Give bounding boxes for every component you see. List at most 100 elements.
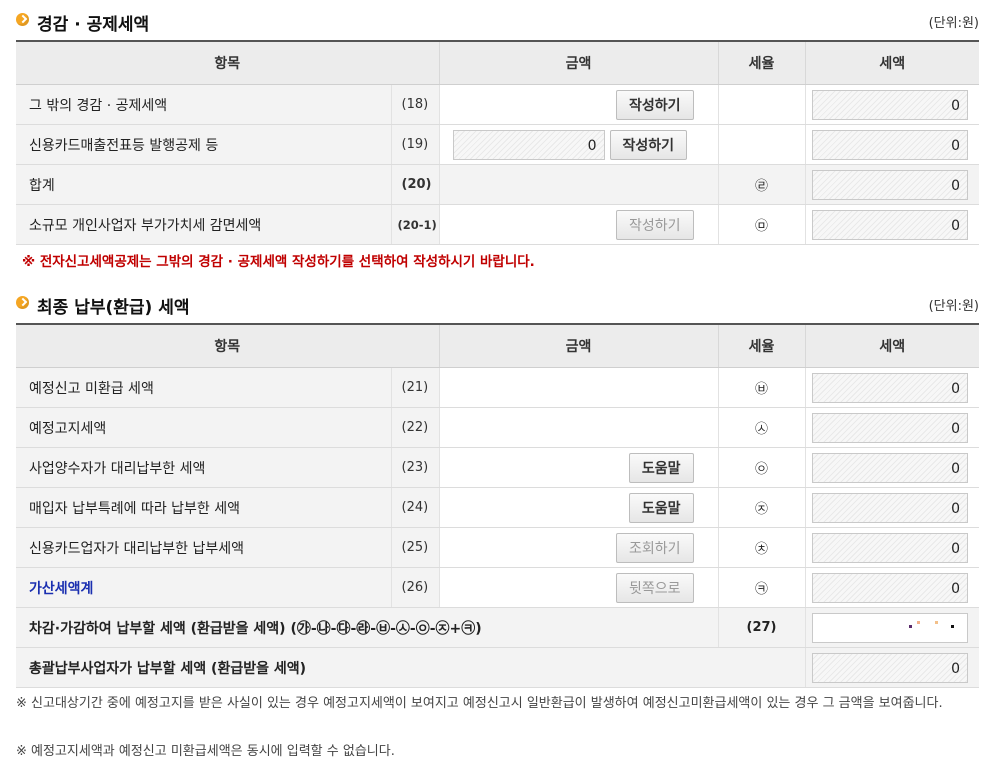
section-title: 최종 납부(환급) 세액 [37,298,190,318]
row-label: 예정고지세액 [16,407,392,448]
row-number: (27) [718,607,806,648]
tax-field: 0 [811,572,969,603]
rate-cell: ㉣ [718,164,806,205]
obscured-digit-mark [908,624,912,628]
header-tax: 세액 [805,323,980,368]
tax-field: 0 [811,89,969,120]
amount-field: 0 [452,129,605,160]
row-label: 차감·가감하여 납부할 세액 (환급받을 세액) (㉮-㉯-㉰-㉱-㉥-㉦-㉧-… [16,607,719,648]
tax-cell: 0 [805,204,980,245]
go-back-button-disabled[interactable]: 뒷쪽으로 [615,572,694,603]
tax-cell: 0 [805,164,980,205]
row-label: 신용카드매출전표등 발행공제 등 [16,124,392,165]
row-number: (23) [391,447,440,488]
tax-cell: 0 [805,124,980,165]
row-label: 매입자 납부특례에 따라 납부한 세액 [16,487,392,528]
obscured-digit-mark [934,620,938,624]
rate-cell: ㉥ [718,367,806,408]
amount-cell [439,164,719,205]
section-title: 경감 · 공제세액 [37,15,150,35]
rate-cell [718,84,806,125]
bullet-arrow-icon [16,13,29,26]
rate-cell: ㉧ [718,447,806,488]
bullet-arrow-icon [16,296,29,309]
tax-cell [805,607,980,648]
amount-cell: 0 작성하기 [439,124,719,165]
amount-cell [439,407,719,448]
table-row: 예정고지세액 (22) ㉦ 0 [16,407,980,448]
write-button[interactable]: 작성하기 [609,129,688,160]
section-header: 경감 · 공제세액 (단위:원) [16,10,979,40]
tax-field: 0 [811,372,969,403]
tax-field: 0 [811,652,969,683]
obscured-digit-mark [950,624,954,628]
table-row-payable: 차감·가감하여 납부할 세액 (환급받을 세액) (㉮-㉯-㉰-㉱-㉥-㉦-㉧-… [16,607,980,648]
amount-cell: 작성하기 [439,84,719,125]
notice-text: ※ 전자신고세액공제는 그밖의 경감 · 공제세액 작성하기를 선택하여 작성하… [22,254,535,270]
table-row: 신용카드매출전표등 발행공제 등 (19) 0 작성하기 0 [16,124,980,165]
header-rate: 세율 [718,40,806,85]
row-label: 합계 [16,164,392,205]
row-number: (18) [391,84,440,125]
row-number: (20-1) [391,204,440,245]
tax-cell: 0 [805,84,980,125]
unit-label: (단위:원) [928,16,979,31]
table-row: 그 밖의 경감 · 공제세액 (18) 작성하기 0 [16,84,980,125]
tax-cell: 0 [805,407,980,448]
row-number: (26) [391,567,440,608]
tax-cell: 0 [805,487,980,528]
amount-cell: 도움말 [439,447,719,488]
amount-cell [439,367,719,408]
write-button[interactable]: 작성하기 [615,89,694,120]
amount-cell: 뒷쪽으로 [439,567,719,608]
tax-cell: 0 [805,447,980,488]
help-button[interactable]: 도움말 [628,452,694,483]
tax-field: 0 [811,169,969,200]
section-final-tax: 최종 납부(환급) 세액 (단위:원) 항목 금액 세율 세액 예정신고 미환급… [16,293,980,688]
obscured-digit-mark [916,620,920,624]
final-tax-table: 항목 금액 세율 세액 예정신고 미환급 세액 (21) ㉥ 0 예정고지세액 … [16,323,980,688]
row-number: (24) [391,487,440,528]
amount-cell: 작성하기 [439,204,719,245]
row-label: 소규모 개인사업자 부가가치세 감면세액 [16,204,392,245]
lookup-button-disabled[interactable]: 조회하기 [615,532,694,563]
unit-label: (단위:원) [928,299,979,314]
help-button[interactable]: 도움말 [628,492,694,523]
table-row: 매입자 납부특례에 따라 납부한 세액 (24) 도움말 ㉨ 0 [16,487,980,528]
note-text: ※ 예정고지세액과 예정신고 미환급세액은 동시에 입력할 수 없습니다. [16,744,395,759]
tax-field: 0 [811,209,969,240]
row-number: (21) [391,367,440,408]
header-tax: 세액 [805,40,980,85]
write-button-disabled[interactable]: 작성하기 [615,209,694,240]
penalty-tax-link[interactable]: 가산세액계 [16,567,392,608]
rate-cell: ㉪ [718,567,806,608]
tax-cell: 0 [805,567,980,608]
section-header: 최종 납부(환급) 세액 (단위:원) [16,293,979,323]
table-row: 총괄납부사업자가 납부할 세액 (환급받을 세액) 0 [16,647,980,688]
row-number: (25) [391,527,440,568]
tax-cell: 0 [805,647,980,688]
row-label: 예정신고 미환급 세액 [16,367,392,408]
rate-cell: ㉨ [718,487,806,528]
amount-cell: 조회하기 [439,527,719,568]
tax-field: 0 [811,492,969,523]
rate-cell: ㉩ [718,527,806,568]
row-label: 사업양수자가 대리납부한 세액 [16,447,392,488]
header-rate: 세율 [718,323,806,368]
tax-cell: 0 [805,527,980,568]
row-number: (20) [391,164,440,205]
table-row: 소규모 개인사업자 부가가치세 감면세액 (20-1) 작성하기 ㉤ 0 [16,204,980,245]
payable-tax-field [811,612,969,643]
row-label: 그 밖의 경감 · 공제세액 [16,84,392,125]
header-item: 항목 [16,323,440,368]
table-row: 예정신고 미환급 세액 (21) ㉥ 0 [16,367,980,408]
table-row: 사업양수자가 대리납부한 세액 (23) 도움말 ㉧ 0 [16,447,980,488]
note-text: ※ 신고대상기간 중에 예정고지를 받은 사실이 있는 경우 예정고지세액이 보… [16,696,943,711]
header-amount: 금액 [439,323,719,368]
deduction-table: 항목 금액 세율 세액 그 밖의 경감 · 공제세액 (18) 작성하기 0 신… [16,40,980,245]
tax-field: 0 [811,129,969,160]
tax-field: 0 [811,532,969,563]
header-amount: 금액 [439,40,719,85]
section-deduction: 경감 · 공제세액 (단위:원) 항목 금액 세율 세액 그 밖의 경감 · 공… [16,10,980,245]
tax-field: 0 [811,452,969,483]
